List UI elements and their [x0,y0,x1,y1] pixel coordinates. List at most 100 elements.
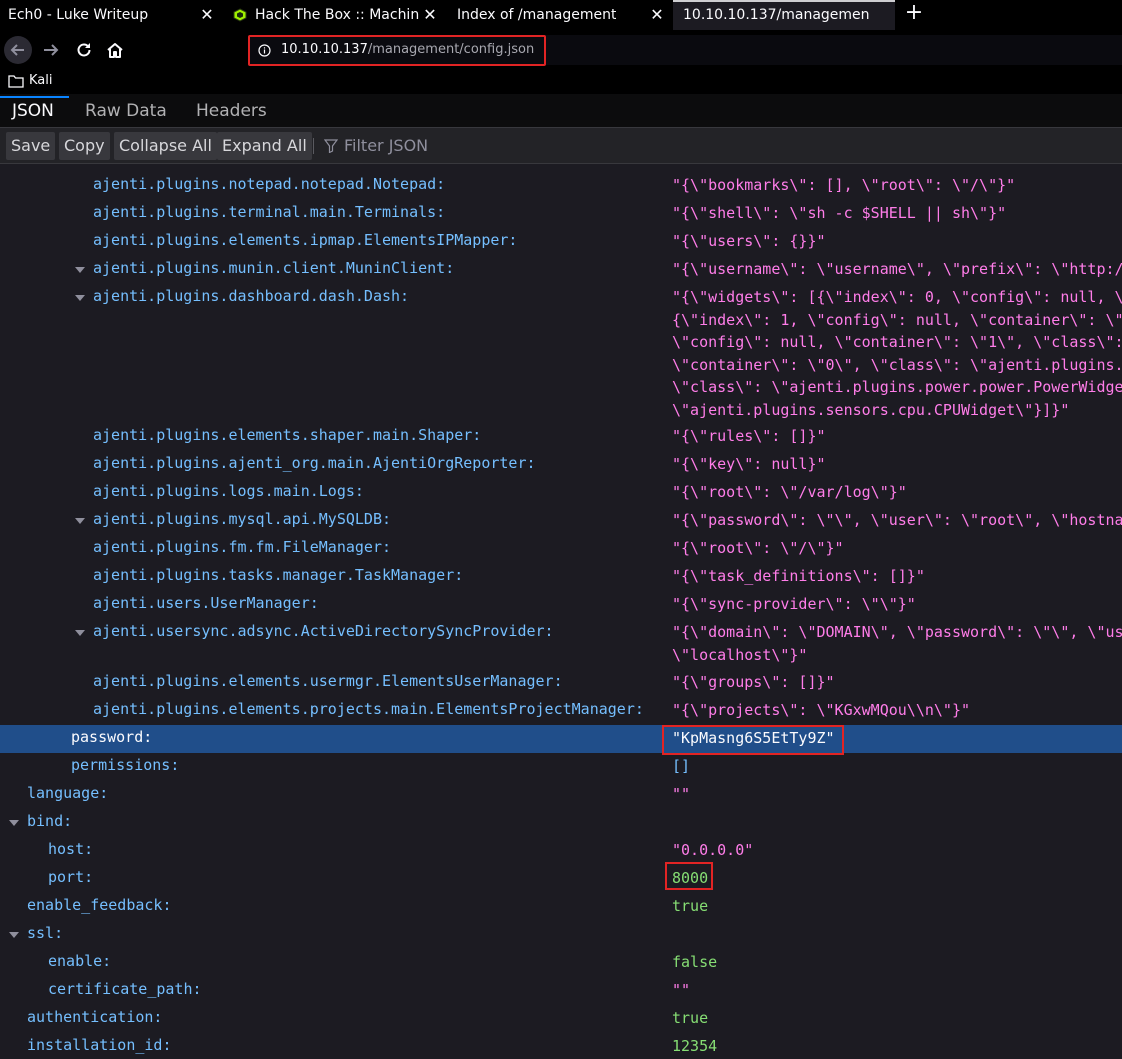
home-button[interactable] [101,36,129,64]
copy-button[interactable]: Copy [59,132,110,160]
tab-config-json[interactable]: 10.10.10.137/management/config.json [673,0,895,30]
close-icon[interactable]: ✕ [650,7,664,23]
row-value: "{\"rules\": []}" [672,427,826,445]
tree-row[interactable]: ajenti.plugins.notepad.notepad.Notepad: … [0,172,1122,200]
tree-row[interactable]: ajenti.plugins.munin.client.MuninClient:… [0,256,1122,284]
row-value: 12354 [672,1037,718,1055]
row-value-line: \"ajenti.plugins.sensors.cpu.CPUWidget\"… [672,400,1070,419]
tree-row[interactable]: ajenti.plugins.fm.fm.FileManager: "{\"ro… [0,535,1122,563]
tree-row-selected[interactable]: password: "KpMasng6S5EtTy9Z" [0,725,1122,753]
tree-row[interactable]: ajenti.users.UserManager: "{\"sync-provi… [0,591,1122,619]
row-key: ajenti.plugins.logs.main.Logs: [93,482,364,500]
tree-row[interactable]: ajenti.plugins.mysql.api.MySQLDB: "{\"pa… [0,507,1122,535]
tree-row[interactable]: authentication: true [0,1005,1122,1033]
tree-row[interactable]: ajenti.plugins.logs.main.Logs: "{\"root\… [0,479,1122,507]
tab-json[interactable]: JSON [12,94,54,128]
tree-row[interactable]: ajenti.plugins.elements.ipmap.ElementsIP… [0,228,1122,256]
expand-triangle-icon[interactable] [74,627,86,639]
json-tree: ajenti.plugins.notepad.notepad.Notepad: … [0,164,1122,1059]
expand-all-button[interactable]: Expand All [217,132,312,160]
tree-row[interactable]: certificate_path: "" [0,977,1122,1005]
filter-placeholder: Filter JSON [344,136,429,155]
row-key: permissions: [71,756,180,774]
tree-row[interactable]: ajenti.plugins.ajenti_org.main.AjentiOrg… [0,451,1122,479]
json-viewer-tabs: JSON Raw Data Headers [0,94,1122,128]
toolbar-separator [313,138,314,154]
row-key: host: [48,840,94,858]
row-key: enable: [48,952,112,970]
row-value-line: "{\"widgets\": [{\"index\": 0, \"config\… [672,288,1122,306]
row-value: true [672,897,709,915]
row-key: ajenti.plugins.elements.projects.main.El… [93,700,644,718]
row-key: port: [48,868,94,886]
row-value: [] [672,757,691,775]
row-key: ajenti.users.UserManager: [93,594,319,612]
bookmark-kali[interactable]: Kali [8,73,53,88]
tree-row[interactable]: ajenti.plugins.terminal.main.Terminals: … [0,200,1122,228]
row-key: ajenti.plugins.elements.shaper.main.Shap… [93,426,482,444]
tree-row[interactable]: language: "" [0,781,1122,809]
row-value: "" [672,981,691,999]
tab-hackthebox[interactable]: Hack The Box :: Machines ✕ [223,0,445,30]
tree-row[interactable]: bind: [0,809,1122,837]
row-key: certificate_path: [48,980,202,998]
tree-row[interactable]: ajenti.usersync.adsync.ActiveDirectorySy… [0,619,1122,669]
row-value: "{\"projects\": \"KGxwMQou\\n\"}" [672,701,971,719]
close-icon[interactable]: ✕ [423,7,437,23]
tree-row[interactable]: installation_id: 12354 [0,1033,1122,1059]
tree-row[interactable]: permissions: [] [0,753,1122,781]
filter-json-input[interactable]: Filter JSON [324,136,428,155]
expand-triangle-icon[interactable] [8,817,20,829]
password-highlight-box [662,725,844,755]
tab-index-management[interactable]: Index of /management ✕ [446,0,672,30]
row-value: "0.0.0.0" [672,841,754,859]
row-key: ajenti.plugins.munin.client.MuninClient: [93,259,455,277]
tree-row[interactable]: enable_feedback: true [0,893,1122,921]
collapse-all-button[interactable]: Collapse All [114,132,217,160]
row-value: "{\"groups\": []}" [672,673,835,691]
tree-row[interactable]: ajenti.plugins.elements.shaper.main.Shap… [0,423,1122,451]
save-button[interactable]: Save [6,132,56,160]
expand-triangle-icon[interactable] [8,929,20,941]
close-icon[interactable]: ✕ [200,7,214,23]
tree-row[interactable]: ajenti.plugins.elements.usermgr.Elements… [0,669,1122,697]
tab-ech0-writeup[interactable]: Ech0 - Luke Writeup ✕ [0,0,222,30]
row-value: "{\"username\": \"username\", \"prefix\"… [672,260,1122,278]
expand-triangle-icon[interactable] [74,515,86,527]
row-value: "{\"root\": \"/\"}" [672,539,844,557]
reload-button[interactable] [70,36,98,64]
bookmark-label: Kali [29,73,53,88]
forward-arrow-icon [44,44,59,56]
filter-icon [324,138,338,153]
active-tab-indicator [0,96,69,98]
expand-triangle-icon[interactable] [74,264,86,276]
tree-row[interactable]: ajenti.plugins.dashboard.dash.Dash: "{\"… [0,284,1122,423]
row-key: ajenti.plugins.notepad.notepad.Notepad: [93,175,446,193]
tab-title: Hack The Box :: Machines [255,7,419,23]
tree-row[interactable]: ssl: [0,921,1122,949]
back-button[interactable] [4,36,32,64]
tree-row[interactable]: host: "0.0.0.0" [0,837,1122,865]
row-value: "{\"bookmarks\": [], \"root\": \"/\"}" [672,176,1016,194]
expand-triangle-icon[interactable] [74,292,86,304]
row-value: "{\"password\": \"\", \"user\": \"root\"… [672,511,1122,529]
tree-row[interactable]: enable: false [0,949,1122,977]
tab-title: 10.10.10.137/management/config.json [683,7,869,23]
url-highlight-box [248,35,546,66]
row-key: ajenti.usersync.adsync.ActiveDirectorySy… [93,622,554,640]
row-value-line: \"config\": null, \"container\": \"1\", … [672,333,1122,351]
row-key: bind: [27,812,73,830]
row-key: ajenti.plugins.fm.fm.FileManager: [93,538,392,556]
row-value: "{\"root\": \"/var/log\"}" [672,483,907,501]
tab-title: Ech0 - Luke Writeup [8,7,149,23]
new-tab-button[interactable]: + [903,2,925,25]
row-value: "{\"sync-provider\": \"\"}" [672,595,916,613]
tab-raw-data[interactable]: Raw Data [85,94,167,128]
tab-headers[interactable]: Headers [196,94,267,128]
tree-row[interactable]: ajenti.plugins.tasks.manager.TaskManager… [0,563,1122,591]
tree-row[interactable]: port: 8000 [0,865,1122,893]
row-key: ajenti.plugins.dashboard.dash.Dash: [93,287,410,305]
tree-row[interactable]: ajenti.plugins.elements.projects.main.El… [0,697,1122,725]
forward-button[interactable] [37,36,65,64]
row-value: "{\"task_definitions\": []}" [672,567,925,585]
